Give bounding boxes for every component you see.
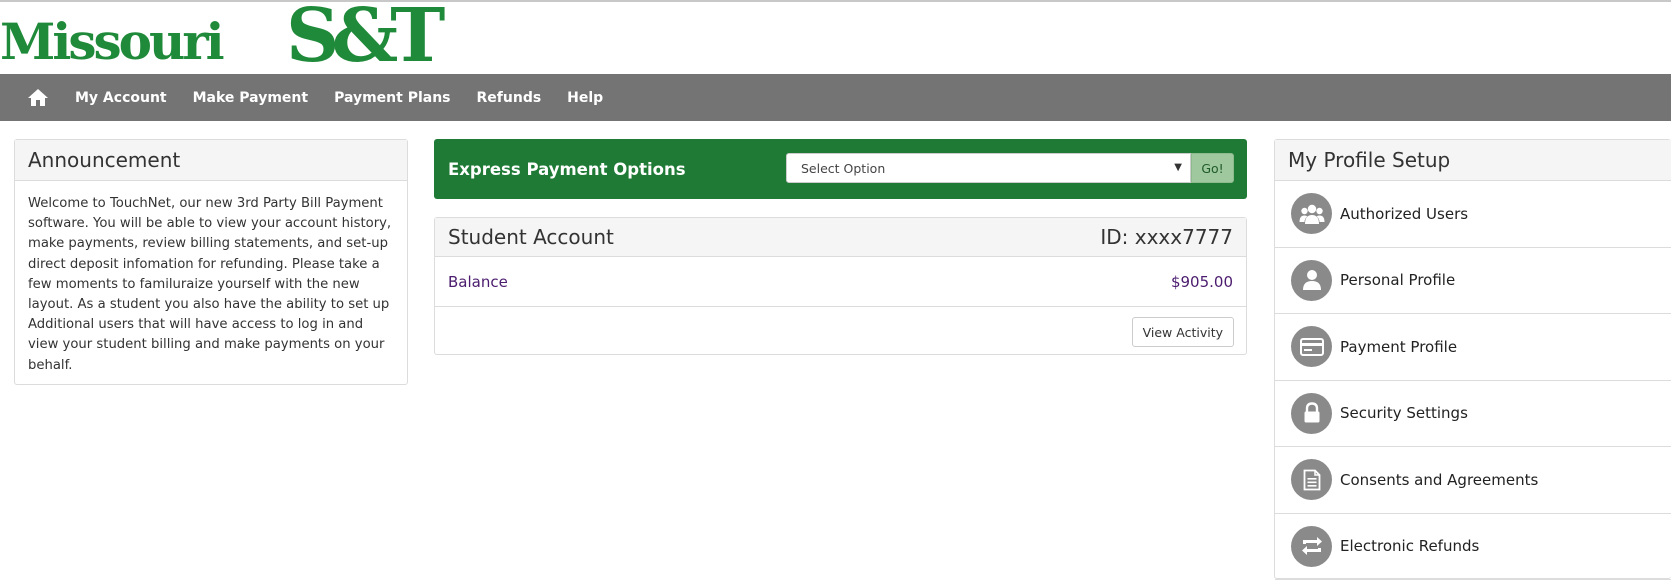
profile-setup-panel: My Profile Setup Authorized Users Person… [1274, 139, 1671, 580]
caret-down-icon: ▼ [1174, 162, 1182, 173]
missouri-st-logo[interactable]: Missouri S&T [0, 0, 445, 76]
student-id: ID: xxxx7777 [1100, 225, 1233, 249]
student-account-panel: Student Account ID: xxxx7777 Balance $90… [434, 217, 1247, 355]
user-icon [1291, 259, 1332, 301]
profile-item-label: Security Settings [1340, 404, 1468, 423]
express-payment-select[interactable]: Select Option ▼ [786, 153, 1191, 183]
lock-icon [1291, 392, 1332, 434]
nav-make-payment[interactable]: Make Payment [193, 90, 308, 106]
profile-setup-title: My Profile Setup [1288, 148, 1451, 172]
home-icon[interactable] [27, 87, 49, 109]
balance-value: $905.00 [1170, 272, 1233, 291]
nav-my-account[interactable]: My Account [75, 90, 167, 106]
select-value: Select Option [801, 160, 886, 176]
profile-item-label: Electronic Refunds [1340, 537, 1480, 556]
nav-refunds[interactable]: Refunds [477, 90, 542, 106]
profile-item-label: Payment Profile [1340, 337, 1458, 356]
express-payment-title: Express Payment Options [448, 159, 686, 179]
logo-text-missouri: Missouri [0, 12, 225, 71]
announcement-header: Announcement [15, 140, 407, 181]
profile-item-label: Authorized Users [1340, 204, 1469, 223]
profile-item-authorized-users[interactable]: Authorized Users [1275, 181, 1671, 248]
profile-item-label: Consents and Agreements [1340, 470, 1539, 489]
document-icon [1291, 459, 1332, 501]
announcement-panel: Announcement Welcome to TouchNet, our ne… [14, 139, 408, 385]
balance-label: Balance [448, 272, 508, 291]
profile-setup-header: My Profile Setup [1275, 140, 1671, 181]
announcement-body: Welcome to TouchNet, our new 3rd Party B… [28, 196, 392, 373]
student-account-header: Student Account ID: xxxx7777 [435, 218, 1246, 257]
logo-text-st: S&T [286, 0, 445, 79]
nav-help[interactable]: Help [567, 90, 603, 106]
nav-payment-plans[interactable]: Payment Plans [334, 90, 450, 106]
main-navbar: My Account Make Payment Payment Plans Re… [0, 74, 1671, 121]
profile-item-electronic-refunds[interactable]: Electronic Refunds [1275, 514, 1671, 580]
balance-row: Balance $905.00 [435, 257, 1246, 307]
profile-item-personal-profile[interactable]: Personal Profile [1275, 248, 1671, 314]
go-button[interactable]: Go! [1191, 153, 1234, 183]
express-payment-bar: Express Payment Options Select Option ▼ … [434, 139, 1247, 199]
view-activity-button[interactable]: View Activity [1131, 317, 1234, 347]
profile-item-label: Personal Profile [1340, 271, 1456, 290]
refund-arrows-icon [1291, 525, 1332, 567]
announcement-title: Announcement [28, 148, 181, 172]
profile-item-consents-agreements[interactable]: Consents and Agreements [1275, 447, 1671, 514]
profile-item-payment-profile[interactable]: Payment Profile [1275, 314, 1671, 381]
student-account-title: Student Account [448, 225, 614, 249]
credit-card-icon [1291, 326, 1332, 368]
users-icon [1291, 193, 1332, 235]
profile-item-security-settings[interactable]: Security Settings [1275, 381, 1671, 447]
